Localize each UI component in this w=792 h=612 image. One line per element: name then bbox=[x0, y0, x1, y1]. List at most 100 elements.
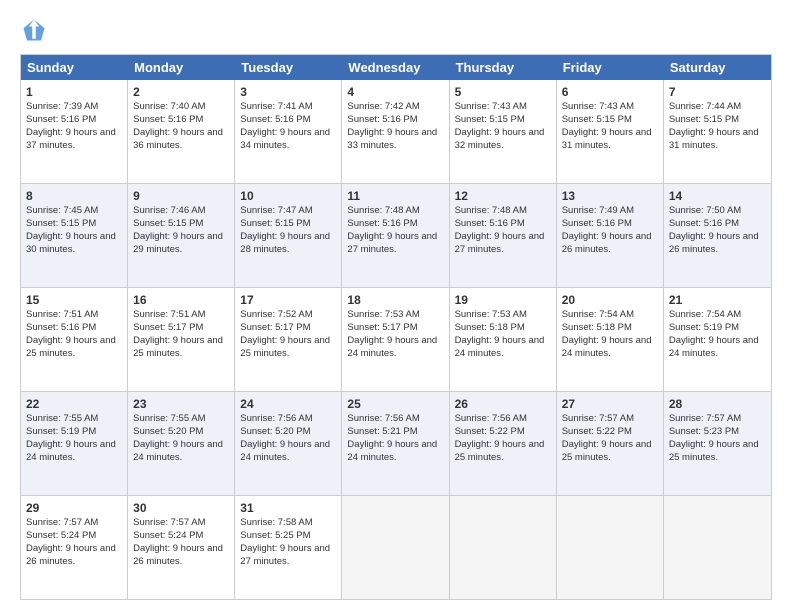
day-number: 12 bbox=[455, 188, 551, 204]
sunrise-text: Sunrise: 7:56 AM bbox=[455, 413, 527, 424]
daylight-text: Daylight: 9 hours and 24 minutes. bbox=[669, 335, 759, 359]
daylight-text: Daylight: 9 hours and 26 minutes. bbox=[562, 231, 652, 255]
page: SundayMondayTuesdayWednesdayThursdayFrid… bbox=[0, 0, 792, 612]
sunset-text: Sunset: 5:16 PM bbox=[133, 114, 203, 125]
header-day-monday: Monday bbox=[128, 55, 235, 80]
day-cell-2: 2Sunrise: 7:40 AM Sunset: 5:16 PM Daylight… bbox=[128, 80, 235, 183]
calendar-row-2: 8Sunrise: 7:45 AMSunset: 5:15 PMDaylight… bbox=[21, 184, 771, 288]
day-number: 17 bbox=[240, 292, 336, 308]
daylight-text: Daylight: 9 hours and 24 minutes. bbox=[347, 335, 437, 359]
header bbox=[20, 16, 772, 44]
sunrise-text: Sunrise: 7:40 AM bbox=[133, 101, 205, 112]
sunrise-text: Sunrise: 7:53 AM bbox=[455, 309, 527, 320]
daylight-text: Daylight: 9 hours and 34 minutes. bbox=[240, 127, 330, 151]
empty-cell bbox=[664, 496, 771, 599]
day-number: 5 bbox=[455, 84, 551, 100]
day-cell-10: 10Sunrise: 7:47 AMSunset: 5:15 PMDayligh… bbox=[235, 184, 342, 287]
day-number: 28 bbox=[669, 396, 766, 412]
day-number: 21 bbox=[669, 292, 766, 308]
daylight-text: Daylight: 9 hours and 33 minutes. bbox=[347, 127, 437, 151]
day-number: 13 bbox=[562, 188, 658, 204]
day-number: 25 bbox=[347, 396, 443, 412]
sunrise-text: Sunrise: 7:44 AM bbox=[669, 101, 741, 112]
sunrise-text: Sunrise: 7:55 AM bbox=[133, 413, 205, 424]
sunrise-text: Sunrise: 7:57 AM bbox=[669, 413, 741, 424]
sunrise-text: Sunrise: 7:53 AM bbox=[347, 309, 419, 320]
daylight-text: Daylight: 9 hours and 29 minutes. bbox=[133, 231, 223, 255]
day-cell-27: 27Sunrise: 7:57 AMSunset: 5:22 PMDayligh… bbox=[557, 392, 664, 495]
sunrise-text: Sunrise: 7:39 AM bbox=[26, 101, 98, 112]
sunset-text: Sunset: 5:17 PM bbox=[240, 322, 310, 333]
sunset-text: Sunset: 5:18 PM bbox=[455, 322, 525, 333]
sunrise-text: Sunrise: 7:48 AM bbox=[455, 205, 527, 216]
sunrise-text: Sunrise: 7:51 AM bbox=[133, 309, 205, 320]
day-cell-14: 14Sunrise: 7:50 AMSunset: 5:16 PMDayligh… bbox=[664, 184, 771, 287]
day-number: 19 bbox=[455, 292, 551, 308]
day-number: 1 bbox=[26, 84, 122, 100]
sunset-text: Sunset: 5:15 PM bbox=[133, 218, 203, 229]
day-cell-21: 21Sunrise: 7:54 AM Sunset: 5:19 PM Dayligh… bbox=[664, 288, 771, 391]
daylight-text: Daylight: 9 hours and 36 minutes. bbox=[133, 127, 223, 151]
calendar-row-5: 29Sunrise: 7:57 AMSunset: 5:24 PMDayligh… bbox=[21, 496, 771, 599]
daylight-text: Daylight: 9 hours and 25 minutes. bbox=[133, 335, 223, 359]
calendar-body: 1Sunrise: 7:39 AM Sunset: 5:16 PM Daylight… bbox=[21, 80, 771, 599]
logo bbox=[20, 16, 52, 44]
daylight-text: Daylight: 9 hours and 25 minutes. bbox=[669, 439, 759, 463]
daylight-text: Daylight: 9 hours and 24 minutes. bbox=[562, 335, 652, 359]
header-day-wednesday: Wednesday bbox=[342, 55, 449, 80]
day-cell-28: 28Sunrise: 7:57 AM Sunset: 5:23 PM Dayligh… bbox=[664, 392, 771, 495]
daylight-text: Daylight: 9 hours and 25 minutes. bbox=[240, 335, 330, 359]
sunrise-text: Sunrise: 7:48 AM bbox=[347, 205, 419, 216]
sunset-text: Sunset: 5:16 PM bbox=[240, 114, 310, 125]
sunrise-text: Sunrise: 7:47 AM bbox=[240, 205, 312, 216]
daylight-text: Daylight: 9 hours and 26 minutes. bbox=[669, 231, 759, 255]
sunset-text: Sunset: 5:15 PM bbox=[562, 114, 632, 125]
day-cell-24: 24Sunrise: 7:56 AMSunset: 5:20 PMDayligh… bbox=[235, 392, 342, 495]
day-cell-15: 15Sunrise: 7:51 AMSunset: 5:16 PMDayligh… bbox=[21, 288, 128, 391]
day-number: 10 bbox=[240, 188, 336, 204]
day-cell-8: 8Sunrise: 7:45 AMSunset: 5:15 PMDaylight… bbox=[21, 184, 128, 287]
calendar-row-3: 15Sunrise: 7:51 AMSunset: 5:16 PMDayligh… bbox=[21, 288, 771, 392]
sunrise-text: Sunrise: 7:45 AM bbox=[26, 205, 98, 216]
daylight-text: Daylight: 9 hours and 24 minutes. bbox=[133, 439, 223, 463]
sunset-text: Sunset: 5:16 PM bbox=[669, 218, 739, 229]
day-number: 7 bbox=[669, 84, 766, 100]
day-cell-3: 3Sunrise: 7:41 AMSunset: 5:16 PMDaylight… bbox=[235, 80, 342, 183]
sunrise-text: Sunrise: 7:49 AM bbox=[562, 205, 634, 216]
sunset-text: Sunset: 5:23 PM bbox=[669, 426, 739, 437]
sunrise-text: Sunrise: 7:46 AM bbox=[133, 205, 205, 216]
day-number: 30 bbox=[133, 500, 229, 516]
daylight-text: Daylight: 9 hours and 25 minutes. bbox=[26, 335, 116, 359]
sunset-text: Sunset: 5:21 PM bbox=[347, 426, 417, 437]
sunset-text: Sunset: 5:19 PM bbox=[669, 322, 739, 333]
daylight-text: Daylight: 9 hours and 24 minutes. bbox=[455, 335, 545, 359]
empty-cell bbox=[450, 496, 557, 599]
day-cell-25: 25Sunrise: 7:56 AMSunset: 5:21 PMDayligh… bbox=[342, 392, 449, 495]
daylight-text: Daylight: 9 hours and 27 minutes. bbox=[240, 543, 330, 567]
day-number: 2 bbox=[133, 84, 229, 100]
sunrise-text: Sunrise: 7:42 AM bbox=[347, 101, 419, 112]
sunrise-text: Sunrise: 7:57 AM bbox=[133, 517, 205, 528]
sunrise-text: Sunrise: 7:51 AM bbox=[26, 309, 98, 320]
day-cell-31: 31Sunrise: 7:58 AMSunset: 5:25 PMDayligh… bbox=[235, 496, 342, 599]
daylight-text: Daylight: 9 hours and 27 minutes. bbox=[347, 231, 437, 255]
daylight-text: Daylight: 9 hours and 25 minutes. bbox=[562, 439, 652, 463]
logo-icon bbox=[20, 16, 48, 44]
sunset-text: Sunset: 5:16 PM bbox=[455, 218, 525, 229]
day-cell-9: 9Sunrise: 7:46 AMSunset: 5:15 PMDaylight… bbox=[128, 184, 235, 287]
sunrise-text: Sunrise: 7:54 AM bbox=[669, 309, 741, 320]
calendar-row-1: 1Sunrise: 7:39 AM Sunset: 5:16 PM Daylight… bbox=[21, 80, 771, 184]
day-cell-29: 29Sunrise: 7:57 AMSunset: 5:24 PMDayligh… bbox=[21, 496, 128, 599]
header-day-thursday: Thursday bbox=[450, 55, 557, 80]
daylight-text: Daylight: 9 hours and 25 minutes. bbox=[455, 439, 545, 463]
sunrise-text: Sunrise: 7:50 AM bbox=[669, 205, 741, 216]
day-number: 16 bbox=[133, 292, 229, 308]
day-number: 18 bbox=[347, 292, 443, 308]
day-cell-5: 5Sunrise: 7:43 AMSunset: 5:15 PMDaylight… bbox=[450, 80, 557, 183]
day-number: 6 bbox=[562, 84, 658, 100]
sunset-text: Sunset: 5:15 PM bbox=[240, 218, 310, 229]
header-day-sunday: Sunday bbox=[21, 55, 128, 80]
sunset-text: Sunset: 5:19 PM bbox=[26, 426, 96, 437]
sunset-text: Sunset: 5:24 PM bbox=[26, 530, 96, 541]
day-number: 24 bbox=[240, 396, 336, 412]
